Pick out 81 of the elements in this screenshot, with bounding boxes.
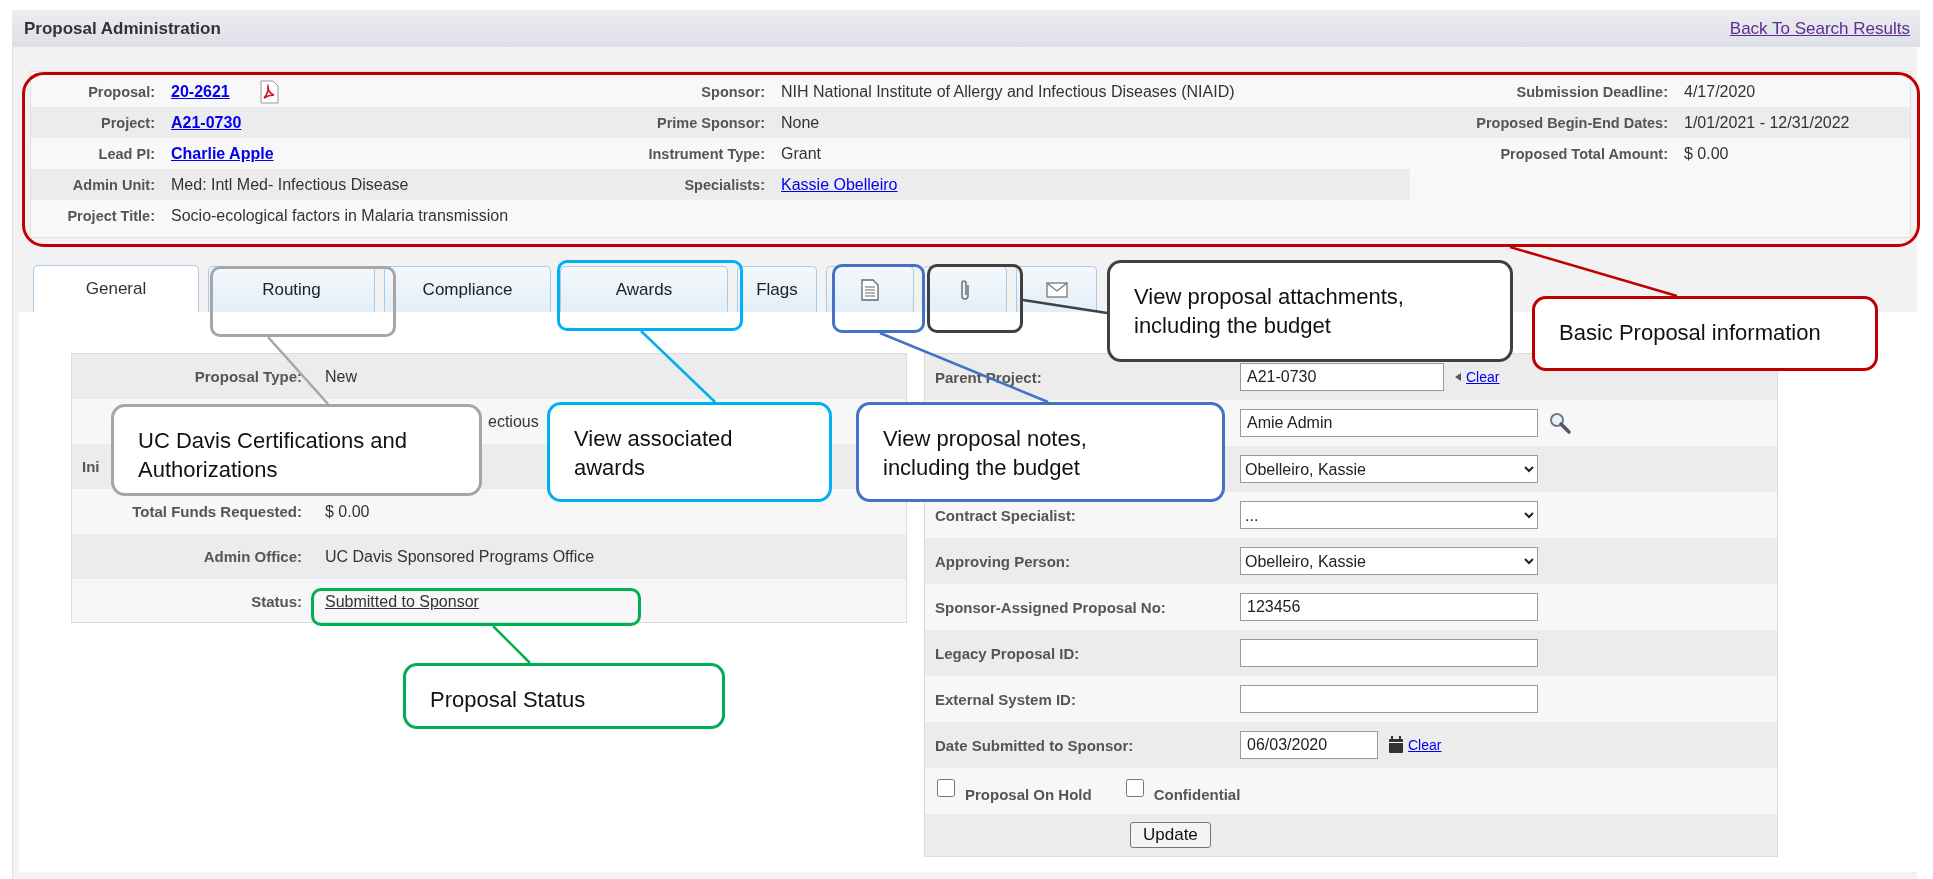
field-label: Admin Office: — [203, 548, 302, 565]
field-label: Total Funds Requested: — [132, 503, 302, 520]
back-link[interactable]: Back To Search Results — [1729, 18, 1910, 39]
annotation-callout: View proposal attachments, including the budget — [1107, 260, 1513, 362]
field-label: Specialists: — [684, 176, 765, 193]
field-label: Submission Deadline: — [1516, 83, 1668, 100]
field-label: External System ID: — [935, 690, 1076, 708]
tab[interactable]: Compliance — [384, 266, 551, 312]
select-field[interactable]: Obelleiro, Kassie — [1240, 455, 1538, 483]
input-field[interactable] — [1240, 639, 1538, 667]
field-label: Date Submitted to Sponsor: — [935, 736, 1134, 754]
field-label: Prime Sponsor: — [657, 114, 765, 131]
envelope-icon — [1045, 281, 1068, 298]
leader-line — [492, 625, 531, 664]
field-value: NIH National Institute of Allergy and Infectious Diseases (NIAID) — [781, 82, 1235, 101]
tab[interactable] — [923, 266, 1007, 312]
field-value: None — [781, 113, 820, 132]
field-label: Proposed Begin-End Dates: — [1476, 114, 1668, 131]
clear-link[interactable]: Clear — [1466, 369, 1500, 385]
annotation-callout: View associated awards — [547, 402, 832, 502]
select-field[interactable]: Obelleiro, Kassie — [1240, 547, 1538, 575]
field-label: Contract Specialist: — [935, 506, 1076, 524]
field-value: 1/01/2021 - 12/31/2022 — [1684, 113, 1850, 132]
input-field[interactable]: A21-0730 — [1240, 363, 1444, 391]
field-value: $ 0.00 — [1684, 144, 1729, 163]
field-value: Socio-ecological factors in Malaria transmission — [171, 206, 509, 225]
field-label: Project: — [101, 114, 155, 131]
field-value: 4/17/2020 — [1684, 82, 1756, 101]
field-label: Proposed Total Amount: — [1500, 145, 1668, 162]
search-icon — [1548, 411, 1572, 435]
field-label: Admin Unit: — [72, 176, 155, 193]
triangle-icon — [1454, 372, 1462, 382]
pdf-file-icon — [257, 79, 280, 104]
tab[interactable] — [826, 266, 914, 312]
update-button[interactable]: Update — [1130, 822, 1211, 848]
tab[interactable] — [1016, 266, 1097, 312]
status-link[interactable]: Submitted to Sponsor — [325, 592, 479, 611]
checkbox[interactable] — [1125, 779, 1144, 797]
field-value: Med: Intl Med- Infectious Disease — [171, 175, 409, 194]
value-link[interactable]: A21-0730 — [171, 113, 242, 132]
checkbox-label: Confidential — [1153, 785, 1241, 803]
checkbox-label: Proposal On Hold — [965, 785, 1092, 803]
page-title: Proposal Administration — [24, 18, 221, 39]
field-value: New — [325, 367, 357, 386]
field-label: Project Title: — [67, 207, 155, 224]
field-value: ectious — [488, 412, 539, 431]
field-label: Lead PI: — [98, 145, 155, 162]
value-link[interactable]: Charlie Apple — [171, 144, 274, 163]
field-label: Approving Person: — [935, 552, 1070, 570]
paperclip-icon — [958, 277, 972, 302]
field-value: Grant — [781, 144, 821, 163]
value-link[interactable]: Kassie Obelleiro — [781, 175, 898, 194]
field-label: Proposal Type: — [194, 368, 302, 385]
field-label: Proposal: — [88, 83, 155, 100]
calendar-icon — [1388, 736, 1404, 754]
field-label: Status: — [251, 593, 302, 610]
field-label: Sponsor: — [701, 83, 765, 100]
tab[interactable]: Awards — [560, 266, 728, 312]
field-label: Parent Project: — [935, 368, 1042, 386]
input-field[interactable] — [1240, 685, 1538, 713]
annotation-callout: View proposal notes, including the budget — [856, 402, 1225, 502]
field-label: Sponsor-Assigned Proposal No: — [935, 598, 1166, 616]
annotation-callout: UC Davis Certifications and Authorizations — [111, 404, 482, 496]
value-link[interactable]: 20-2621 — [171, 82, 230, 101]
annotation-callout: Basic Proposal information — [1532, 296, 1878, 371]
clear-link[interactable]: Clear — [1408, 737, 1442, 753]
document-icon — [860, 278, 880, 301]
field-label: Ini — [82, 458, 100, 475]
date-field[interactable]: 06/03/2020 — [1240, 731, 1378, 759]
input-field[interactable]: Amie Admin — [1240, 409, 1538, 437]
annotation-callout: Proposal Status — [403, 663, 725, 729]
input-field[interactable]: 123456 — [1240, 593, 1538, 621]
field-label: Instrument Type: — [648, 145, 765, 162]
tab[interactable]: Flags — [737, 266, 817, 312]
tab[interactable]: General — [33, 265, 199, 312]
select-field[interactable]: ... — [1240, 501, 1538, 529]
field-label: Legacy Proposal ID: — [935, 644, 1080, 662]
field-value: $ 0.00 — [325, 502, 370, 521]
checkbox[interactable] — [937, 779, 955, 797]
tab[interactable]: Routing — [208, 266, 375, 312]
field-value: UC Davis Sponsored Programs Office — [325, 547, 595, 566]
